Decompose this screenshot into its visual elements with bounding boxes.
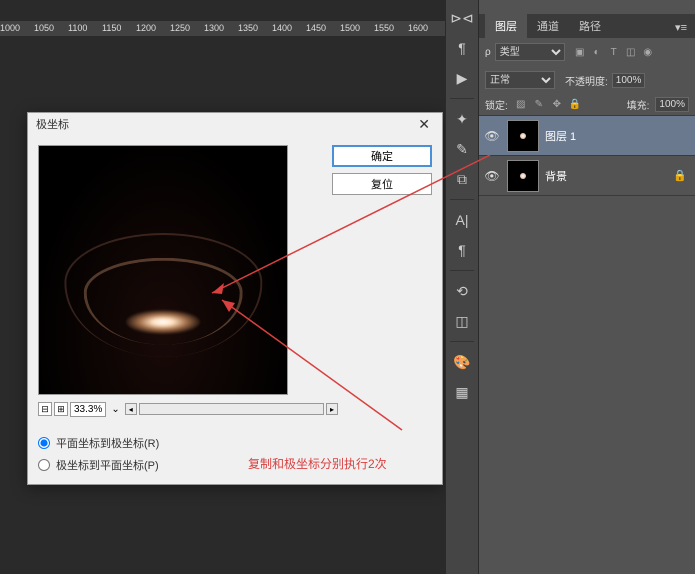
zoom-out-button[interactable]: ⊟	[38, 402, 52, 416]
character-panel-icon[interactable]: A|	[450, 208, 474, 232]
close-icon[interactable]: ✕	[414, 116, 434, 133]
filter-smart-icon[interactable]: ◉	[641, 45, 655, 59]
opacity-label: 不透明度:	[565, 73, 608, 88]
layer-name[interactable]: 图层 1	[545, 128, 576, 144]
visibility-eye-icon[interactable]: 👁	[483, 169, 501, 183]
layer-row[interactable]: 👁 图层 1	[479, 116, 695, 156]
panel-menu-icon[interactable]: ▾≡	[667, 17, 695, 38]
tab-channels[interactable]: 通道	[527, 14, 569, 38]
layer-thumbnail[interactable]	[507, 160, 539, 192]
color-panel-icon[interactable]: 🎨	[450, 350, 474, 374]
visibility-eye-icon[interactable]: 👁	[483, 129, 501, 143]
blend-mode-select[interactable]: 正常	[485, 71, 555, 89]
ruler-tick: 1450	[306, 23, 326, 33]
ruler-tick: 1000	[0, 23, 20, 33]
expand-icon[interactable]: ⊳⊲	[450, 6, 474, 30]
tab-paths[interactable]: 路径	[569, 14, 611, 38]
ruler-horizontal: 1000 1050 1100 1150 1200 1250 1300 1350 …	[0, 21, 445, 37]
filter-shape-icon[interactable]: ◫	[624, 45, 638, 59]
brush-presets-icon[interactable]: ✎	[450, 137, 474, 161]
ruler-tick: 1250	[170, 23, 190, 33]
filter-preview[interactable]	[38, 145, 288, 395]
lock-pixels-icon[interactable]: ✎	[532, 98, 546, 112]
play-icon[interactable]: ▶	[450, 66, 474, 90]
layer-kind-filter[interactable]: 类型	[495, 43, 565, 61]
radio-rect-to-polar[interactable]: 平面坐标到极坐标(R)	[38, 435, 159, 451]
vertical-toolstrip: ⊳⊲ ¶ ▶ ✦ ✎ ⧉ A| ¶ ⟲ ◫ 🎨 ▦	[445, 0, 479, 574]
swatches-panel-icon[interactable]: ▦	[450, 380, 474, 404]
filter-adjust-icon[interactable]: ◐	[590, 45, 604, 59]
lock-position-icon[interactable]: ✥	[550, 98, 564, 112]
nav-panel-icon[interactable]: ◫	[450, 309, 474, 333]
ruler-tick: 1100	[68, 23, 87, 33]
panel-tabs: 图层 通道 路径 ▾≡	[479, 14, 695, 38]
radio-input[interactable]	[38, 459, 50, 471]
reset-button[interactable]: 复位	[332, 173, 432, 195]
opacity-value[interactable]: 100%	[612, 73, 646, 88]
layers-panel-area: 图层 通道 路径 ▾≡ ρ 类型 ▣ ◐ T ◫ ◉ 正常 不透明度: 100%…	[479, 0, 695, 574]
layer-thumbnail[interactable]	[507, 120, 539, 152]
filter-pixel-icon[interactable]: ▣	[573, 45, 587, 59]
preview-image	[39, 146, 287, 394]
lock-transparency-icon[interactable]: ▨	[514, 98, 528, 112]
radio-input[interactable]	[38, 437, 50, 449]
radio-label: 极坐标到平面坐标(P)	[56, 457, 159, 473]
ok-button[interactable]: 确定	[332, 145, 432, 167]
ruler-tick: 1500	[340, 23, 360, 33]
ruler-tick: 1600	[408, 23, 428, 33]
ruler-tick: 1550	[374, 23, 394, 33]
ruler-tick: 1150	[102, 23, 121, 33]
ruler-tick: 1200	[136, 23, 156, 33]
zoom-in-button[interactable]: ⊞	[54, 402, 68, 416]
radio-polar-to-rect[interactable]: 极坐标到平面坐标(P)	[38, 457, 159, 473]
ruler-tick: 1400	[272, 23, 292, 33]
fill-value[interactable]: 100%	[655, 97, 689, 112]
coordinate-mode-radios: 平面坐标到极坐标(R) 极坐标到平面坐标(P)	[38, 435, 159, 479]
paragraph-panel-icon[interactable]: ¶	[450, 36, 474, 60]
fill-label: 填充:	[627, 97, 650, 112]
dialog-titlebar[interactable]: 极坐标 ✕	[28, 113, 442, 135]
paragraph-icon[interactable]: ¶	[450, 238, 474, 262]
clone-source-icon[interactable]: ⧉	[450, 167, 474, 191]
radio-label: 平面坐标到极坐标(R)	[56, 435, 159, 451]
ruler-tick: 1050	[34, 23, 54, 33]
lock-icon[interactable]: 🔒	[673, 169, 691, 182]
zoom-level[interactable]: 33.3%	[70, 402, 106, 417]
layer-name[interactable]: 背景	[545, 168, 567, 184]
chevron-down-icon[interactable]: ⌄	[108, 404, 122, 415]
ruler-tick: 1300	[204, 23, 224, 33]
lock-all-icon[interactable]: 🔒	[568, 98, 582, 112]
annotation-text: 复制和极坐标分别执行2次	[248, 455, 387, 472]
tab-layers[interactable]: 图层	[485, 14, 527, 38]
history-panel-icon[interactable]: ⟲	[450, 279, 474, 303]
preview-scrollbar[interactable]	[139, 403, 324, 415]
scroll-right-icon[interactable]: ▸	[326, 403, 338, 415]
ruler-tick: 1350	[238, 23, 258, 33]
polar-coordinates-dialog: 极坐标 ✕ ⊟ ⊞ 33.3% ⌄ ◂ ▸ 确定 复位 平面坐标到极坐	[27, 112, 443, 485]
brush-panel-icon[interactable]: ✦	[450, 107, 474, 131]
filter-type-icon[interactable]: T	[607, 45, 621, 59]
dialog-title: 极坐标	[36, 116, 69, 132]
layers-list: 👁 图层 1 👁 背景 🔒	[479, 116, 695, 196]
lock-label: 锁定:	[485, 97, 508, 112]
scroll-left-icon[interactable]: ◂	[125, 403, 137, 415]
layer-row[interactable]: 👁 背景 🔒	[479, 156, 695, 196]
